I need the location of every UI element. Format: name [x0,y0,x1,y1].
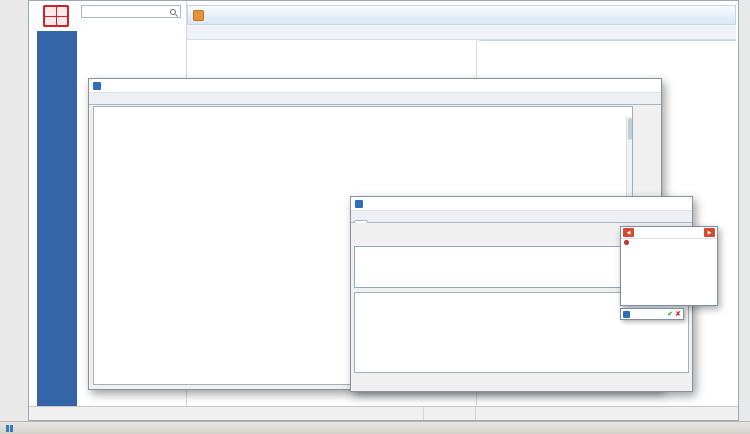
role-toolbar [187,26,736,40]
today-dot-icon [624,240,629,245]
request-tabs [351,211,692,223]
start-button[interactable] [0,422,21,434]
start-icon [6,425,13,432]
search-icon[interactable] [170,9,176,15]
request-dialog-titlebar[interactable] [351,197,692,211]
calendar-prev-button[interactable]: ◀ [623,228,634,237]
search-input[interactable] [82,8,170,15]
permission-tabs [89,93,661,105]
status-empty [29,407,424,420]
calendar-next-button[interactable]: ▶ [704,228,715,237]
permission-dialog-titlebar[interactable] [89,79,661,93]
status-info [476,407,738,420]
dialog-icon [355,200,363,208]
calendar-popup: ◀ ▶ [620,226,718,306]
dialog-icon [93,82,101,90]
os-taskbar [0,421,750,434]
role-module-icon [193,10,204,21]
nav-search[interactable] [81,5,181,18]
module-header [187,5,736,25]
tab-general[interactable] [354,220,368,223]
date-edit-bar: ✔ ✘ [620,308,684,320]
status-bar [29,406,738,420]
cancel-x-icon[interactable]: ✘ [675,310,681,318]
condition-icon [623,311,630,318]
status-object-count [424,407,476,420]
module-sidebar [37,31,77,408]
calendar-footer[interactable] [621,239,717,246]
confirm-check-icon[interactable]: ✔ [667,310,673,318]
app-logo [43,5,69,27]
